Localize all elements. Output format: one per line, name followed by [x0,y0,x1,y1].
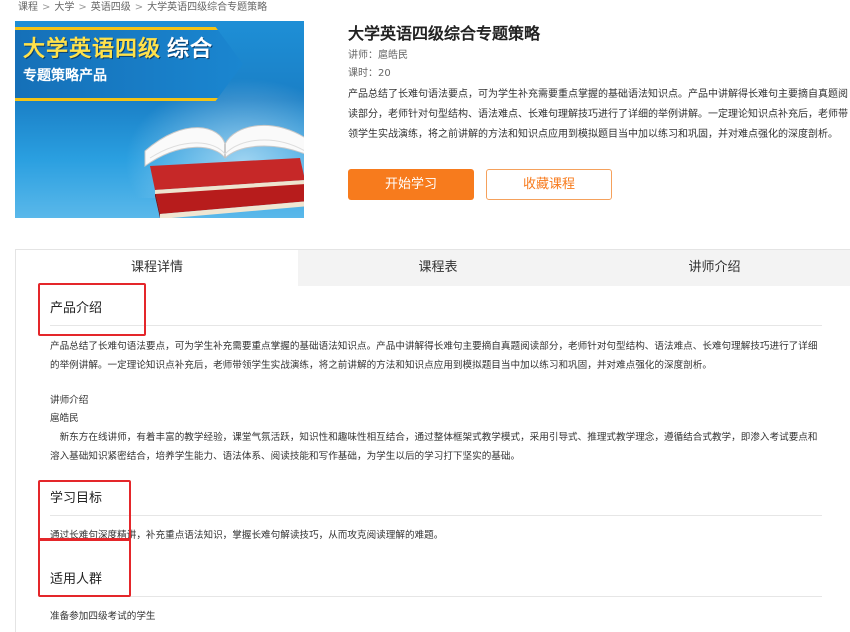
audience-text: 准备参加四级考试的学生 [50,611,156,622]
breadcrumb-separator: > [78,2,87,13]
course-description: 产品总结了长难句语法要点，可为学生补充需要重点掌握的基础语法知识点。产品中讲解得… [348,89,848,140]
breadcrumb-cet4[interactable]: 英语四级 [91,2,131,13]
breadcrumb-courses[interactable]: 课程 [18,2,38,13]
highlight-box-audience [38,538,131,597]
course-tabs: 课程详情 课程表 讲师介绍 [15,249,850,286]
section-divider [50,596,822,597]
teacher-bio: 新东方在线讲师，有着丰富的教学经验，课堂气氛活跃，知识性和趣味性相互结合，通过整… [50,432,818,462]
highlight-box-product-intro [38,283,146,336]
product-intro-text: 产品总结了长难句语法要点，可为学生补充需要重点掌握的基础语法知识点。产品中讲解得… [50,341,818,371]
course-info: 大学英语四级综合专题策略 讲师：扈皓民 课时：20 产品总结了长难句语法要点，可… [348,21,850,145]
teacher-intro-label: 讲师介绍 [50,395,89,406]
cover-title-main: 大学英语四级 [23,37,162,62]
breadcrumb: 课程 > 大学 > 英语四级 > 大学英语四级综合专题策略 [18,0,267,16]
tab-schedule[interactable]: 课程表 [298,250,578,286]
course-cover-image: 大学英语四级 综合 专题策略产品 [15,21,304,218]
breadcrumb-separator: > [42,2,51,13]
breadcrumb-separator: > [134,2,144,13]
course-hours: 课时：20 [348,68,391,79]
tab-course-details[interactable]: 课程详情 [16,250,298,286]
breadcrumb-university[interactable]: 大学 [54,2,74,13]
cover-title: 大学英语四级 综合 [23,31,213,63]
section-divider [50,515,822,516]
start-learning-button[interactable]: 开始学习 [348,169,474,200]
course-title: 大学英语四级综合专题策略 [348,24,541,43]
books-illustration-icon [144,124,304,218]
cover-subtitle: 专题策略产品 [23,68,107,84]
course-teacher: 讲师：扈皓民 [348,50,408,61]
section-divider [50,325,822,326]
teacher-name: 扈皓民 [50,413,79,424]
breadcrumb-current: 大学英语四级综合专题策略 [147,2,268,13]
favorite-course-button[interactable]: 收藏课程 [486,169,612,200]
highlight-box-learning-goal [38,480,131,541]
tab-teacher-intro[interactable]: 讲师介绍 [578,250,850,286]
cover-title-suffix: 综合 [167,37,214,62]
